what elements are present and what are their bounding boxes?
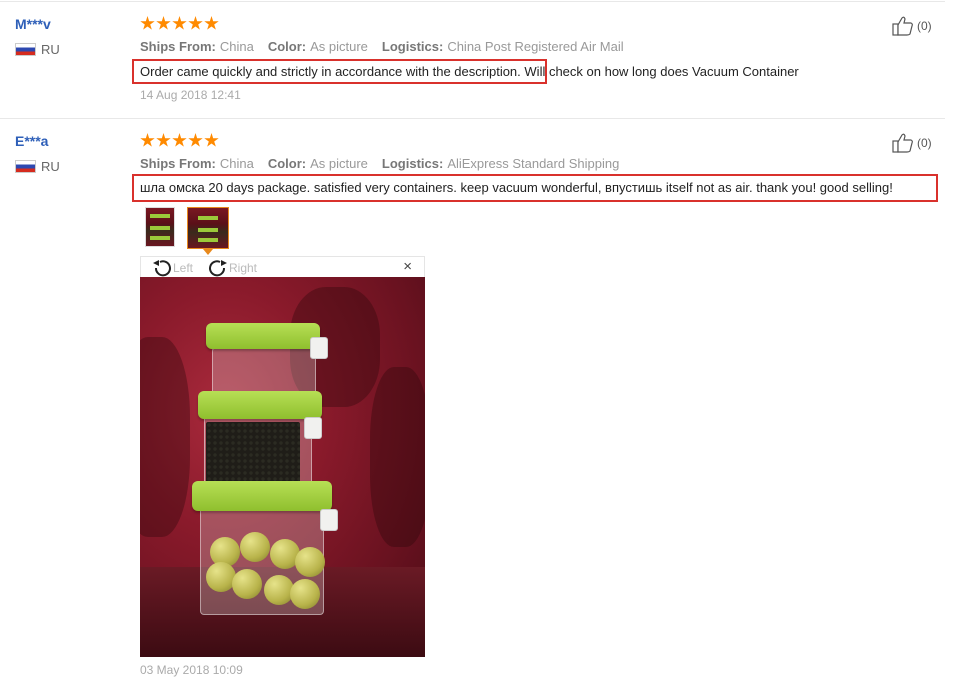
thumbnail-pointer <box>203 249 213 255</box>
helpful-count: (0) <box>917 136 932 150</box>
logistics-label: Logistics: <box>381 156 444 171</box>
star-icon <box>156 133 171 147</box>
ships-from-label: Ships From: <box>140 39 216 54</box>
review-item: M***v RU (0) Ships From: China Color: As pi… <box>0 0 945 118</box>
rotate-left-label: Left <box>173 261 194 275</box>
rotate-right-icon <box>209 260 227 277</box>
photo-thumbnail[interactable] <box>145 207 175 247</box>
rotate-right-button[interactable]: Right <box>207 259 257 277</box>
thumbs-up-icon <box>892 16 913 36</box>
star-icon <box>188 16 203 30</box>
reviewer-name[interactable]: E***a <box>15 133 48 149</box>
helpful-button[interactable]: (0) <box>892 16 932 36</box>
star-rating <box>140 16 219 31</box>
review-item: E***a RU (0) Ships From: China Color: As pi… <box>0 119 945 679</box>
review-text: шла омска 20 days package. satisfied ver… <box>140 180 893 195</box>
logistics-value: AliExpress Standard Shipping <box>447 156 620 171</box>
star-icon <box>188 133 203 147</box>
star-icon <box>156 16 171 30</box>
ships-from-label: Ships From: <box>140 156 216 171</box>
country-code: RU <box>41 159 60 174</box>
review-photo[interactable] <box>140 277 425 657</box>
rotate-left-button[interactable]: Left <box>151 259 193 277</box>
star-icon <box>172 16 187 30</box>
helpful-button[interactable]: (0) <box>892 133 932 153</box>
thumbs-up-icon <box>892 133 913 153</box>
star-icon <box>140 133 155 147</box>
color-label: Color: <box>267 39 307 54</box>
reviewer-name[interactable]: M***v <box>15 16 51 32</box>
country-code: RU <box>41 42 60 57</box>
close-viewer-button[interactable]: × <box>403 258 412 275</box>
color-label: Color: <box>267 156 307 171</box>
image-viewer: Left Right × <box>140 256 426 657</box>
ships-from-value: China <box>219 39 254 54</box>
logistics-label: Logistics: <box>381 39 444 54</box>
star-icon <box>204 16 219 30</box>
logistics-value: China Post Registered Air Mail <box>447 39 624 54</box>
reviewer-country: RU <box>15 159 60 174</box>
review-text: Order came quickly and strictly in accor… <box>140 64 799 79</box>
photo-thumbnail-active[interactable] <box>187 207 229 249</box>
viewer-toolbar: Left Right × <box>140 256 425 277</box>
russia-flag-icon <box>15 43 36 56</box>
review-date: 14 Aug 2018 12:41 <box>140 88 241 102</box>
review-text-highlighted: Order came quickly and strictly in accor… <box>140 64 521 79</box>
russia-flag-icon <box>15 160 36 173</box>
star-rating <box>140 133 219 148</box>
color-value: As picture <box>310 156 368 171</box>
rotate-right-label: Right <box>229 261 258 275</box>
review-meta: Ships From: China Color: As picture Logistic… <box>140 39 624 54</box>
star-icon <box>140 16 155 30</box>
helpful-count: (0) <box>917 19 932 33</box>
star-icon <box>204 133 219 147</box>
review-date: 03 May 2018 10:09 <box>140 663 243 677</box>
rotate-left-icon <box>153 260 171 277</box>
color-value: As picture <box>310 39 368 54</box>
star-icon <box>172 133 187 147</box>
ships-from-value: China <box>219 156 254 171</box>
review-meta: Ships From: China Color: As picture Logistic… <box>140 156 619 171</box>
review-text-rest: Will check on how long does Vacuum Conta… <box>524 64 799 79</box>
reviewer-country: RU <box>15 42 60 57</box>
